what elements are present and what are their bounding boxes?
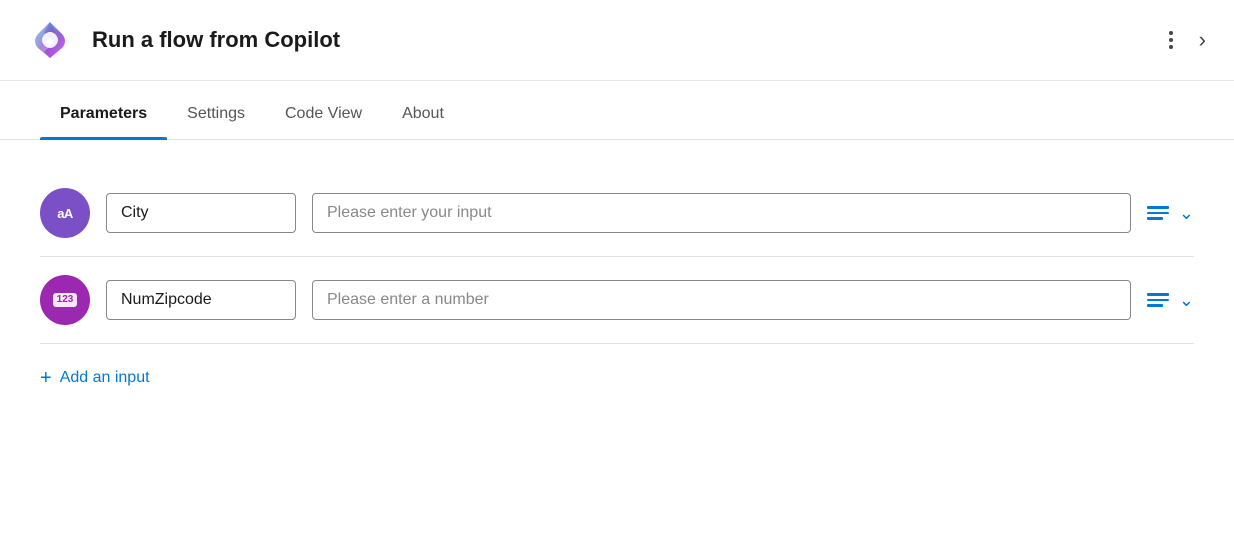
menu-icon-city[interactable]	[1147, 206, 1169, 220]
param-input-city[interactable]	[312, 193, 1131, 233]
chevron-down-icon-numzipcode[interactable]: ⌄	[1179, 290, 1194, 311]
header-actions: ›	[1165, 23, 1210, 57]
menu-icon-numzipcode[interactable]	[1147, 293, 1169, 307]
row-actions-numzipcode: ⌄	[1147, 290, 1194, 311]
avatar-city: aA	[40, 188, 90, 238]
num-icon: 123	[53, 293, 78, 307]
app-header: Run a flow from Copilot ›	[0, 0, 1234, 81]
chevron-down-icon-city[interactable]: ⌄	[1179, 203, 1194, 224]
param-row-city: aA City ⌄	[40, 170, 1194, 257]
avatar-numzipcode: 123	[40, 275, 90, 325]
param-input-numzipcode[interactable]	[312, 280, 1131, 320]
plus-icon: +	[40, 368, 52, 388]
tab-settings[interactable]: Settings	[167, 89, 265, 139]
tab-code-view[interactable]: Code View	[265, 89, 382, 139]
parameters-content: aA City ⌄ 123 NumZipcode ⌄	[0, 140, 1234, 418]
tab-bar: Parameters Settings Code View About	[0, 89, 1234, 140]
app-logo	[24, 14, 76, 66]
add-input-button[interactable]: + Add an input	[40, 368, 150, 388]
avatar-city-initials: aA	[57, 206, 73, 221]
menu-line	[1147, 299, 1169, 302]
menu-line	[1147, 293, 1169, 296]
row-actions-city: ⌄	[1147, 203, 1194, 224]
collapse-panel-button[interactable]: ›	[1195, 23, 1210, 57]
param-name-numzipcode: NumZipcode	[106, 280, 296, 320]
add-input-label: Add an input	[60, 369, 150, 387]
param-name-city: City	[106, 193, 296, 233]
vertical-dots-icon	[1169, 31, 1173, 49]
param-row-numzipcode: 123 NumZipcode ⌄	[40, 257, 1194, 344]
menu-line	[1147, 304, 1163, 307]
tab-parameters[interactable]: Parameters	[40, 89, 167, 139]
tab-about[interactable]: About	[382, 89, 464, 139]
page-title: Run a flow from Copilot	[92, 27, 1165, 53]
num-icon-label: 123	[53, 293, 78, 307]
more-options-button[interactable]	[1165, 27, 1177, 53]
menu-line	[1147, 206, 1169, 209]
menu-line	[1147, 212, 1169, 215]
menu-line	[1147, 217, 1163, 220]
